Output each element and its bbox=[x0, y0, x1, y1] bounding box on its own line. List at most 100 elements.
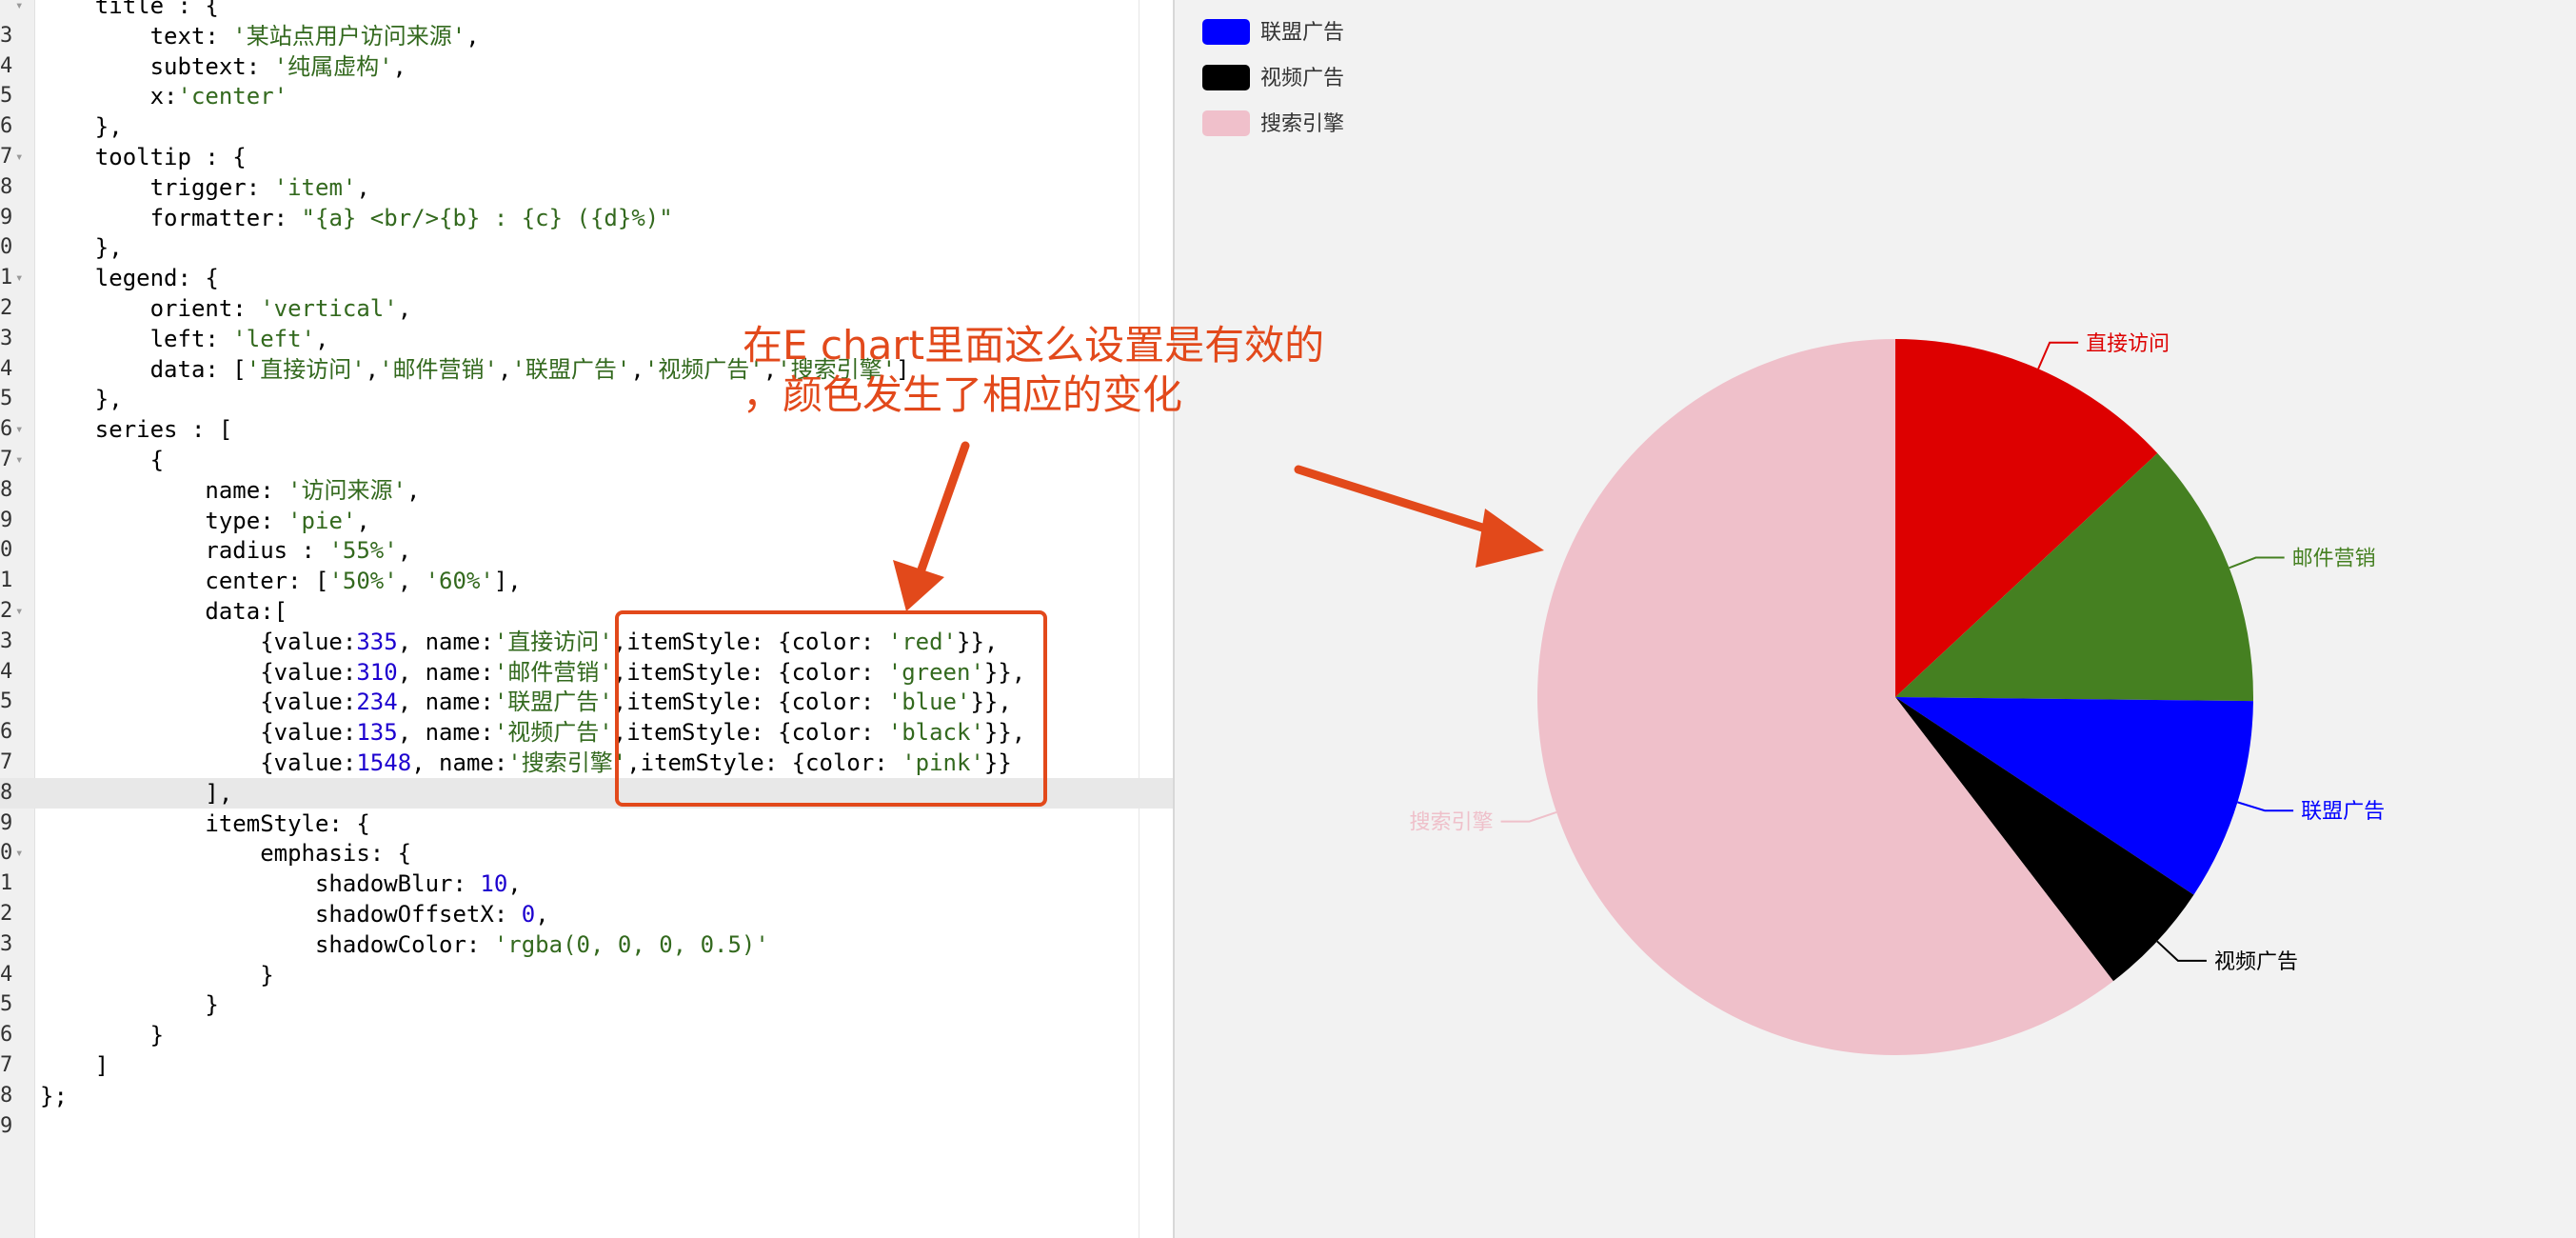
code-line[interactable]: 7 ▾ { bbox=[0, 445, 1173, 475]
slice-label: 搜索引擎 bbox=[1410, 811, 1494, 835]
code-token: , name: bbox=[397, 628, 494, 655]
legend-label[interactable]: 视频广告 bbox=[1260, 67, 1344, 90]
label-leader-line bbox=[2037, 341, 2079, 369]
label-leader-line bbox=[1500, 810, 1557, 823]
line-number: 8 bbox=[0, 780, 13, 805]
code-token: orient: bbox=[40, 295, 261, 322]
legend-label[interactable]: 搜索引擎 bbox=[1260, 112, 1344, 136]
code-token: radius : bbox=[40, 537, 329, 565]
code-token: "{a} <br/>{b} : {c} ({d}%)" bbox=[301, 204, 673, 231]
code-editor[interactable]: ▾ title : {3 text: '某站点用户访问来源', 4 subtext… bbox=[0, 0, 1173, 1238]
code-text: tooltip : { bbox=[40, 142, 247, 172]
fold-toggle-icon[interactable]: ▾ bbox=[15, 263, 23, 293]
highlight-box bbox=[615, 610, 1047, 807]
code-token: }; bbox=[40, 1082, 68, 1109]
code-token: , bbox=[507, 870, 522, 898]
legend-label[interactable]: 联盟广告 bbox=[1260, 21, 1344, 45]
code-line[interactable]: 3 shadowColor: 'rgba(0, 0, 0, 0.5)' bbox=[0, 929, 1173, 960]
code-token: {value: bbox=[40, 658, 357, 686]
code-token: 'center' bbox=[177, 83, 288, 110]
fold-toggle-icon[interactable]: ▾ bbox=[15, 414, 23, 445]
code-line[interactable]: 1 shadowBlur: 10, bbox=[0, 869, 1173, 899]
code-token: , bbox=[397, 537, 412, 565]
code-line[interactable]: 7 ▾ tooltip : { bbox=[0, 142, 1173, 172]
code-line[interactable]: 9 type: 'pie', bbox=[0, 506, 1173, 536]
code-token: 'pie' bbox=[287, 507, 357, 534]
code-token: '邮件营销' bbox=[493, 658, 613, 686]
code-line[interactable]: 9 itemStyle: { bbox=[0, 809, 1173, 839]
code-line[interactable]: 1 center: ['50%', '60%'], bbox=[0, 566, 1173, 596]
code-line[interactable]: 6 } bbox=[0, 1020, 1173, 1050]
code-token: legend: { bbox=[40, 265, 219, 292]
code-line[interactable]: 3 text: '某站点用户访问来源', bbox=[0, 21, 1173, 51]
line-number: 0 bbox=[0, 841, 13, 866]
code-line[interactable]: 1 ▾ legend: { bbox=[0, 263, 1173, 293]
code-line[interactable]: 2 orient: 'vertical', bbox=[0, 293, 1173, 324]
fold-toggle-icon[interactable]: ▾ bbox=[15, 0, 23, 21]
code-line[interactable]: 2 shadowOffsetX: 0, bbox=[0, 899, 1173, 929]
code-line[interactable]: 8 name: '访问来源', bbox=[0, 475, 1173, 506]
line-number: 8 bbox=[0, 1083, 13, 1108]
code-token: 310 bbox=[356, 658, 398, 686]
line-number: 9 bbox=[0, 810, 13, 835]
code-token: tooltip : { bbox=[40, 144, 247, 170]
code-token: '联盟广告' bbox=[493, 689, 613, 716]
code-token: {value: bbox=[40, 749, 357, 776]
legend-swatch[interactable] bbox=[1202, 19, 1250, 45]
line-number: 5 bbox=[0, 689, 13, 714]
fold-toggle-icon[interactable]: ▾ bbox=[15, 445, 23, 475]
code-token: , bbox=[466, 22, 480, 50]
chart-preview: 联盟广告 视频广告 搜索引擎 直接访问 邮件营销 联盟广告 视频广告 搜索引擎 bbox=[1173, 0, 2576, 1238]
code-token: } bbox=[40, 961, 274, 988]
fold-toggle-icon[interactable]: ▾ bbox=[15, 596, 23, 627]
code-token: , bbox=[392, 52, 406, 80]
code-token: '联盟广告' bbox=[511, 355, 631, 383]
code-token: formatter: bbox=[40, 204, 302, 231]
code-line[interactable]: 0 ▾ emphasis: { bbox=[0, 838, 1173, 869]
code-token: , bbox=[535, 901, 549, 928]
code-token: '直接访问' bbox=[246, 355, 366, 383]
line-number: 3 bbox=[0, 326, 13, 350]
code-line[interactable]: 4 subtext: '纯属虚构', bbox=[0, 51, 1173, 82]
line-number: 4 bbox=[0, 356, 13, 381]
code-line[interactable]: 7 ] bbox=[0, 1050, 1173, 1081]
line-number: 1 bbox=[0, 871, 13, 896]
code-text: legend: { bbox=[40, 263, 219, 293]
code-line[interactable]: 9 formatter: "{a} <br/>{b} : {c} ({d}%)" bbox=[0, 203, 1173, 233]
pie-slices bbox=[1537, 339, 2253, 1056]
label-leader-line bbox=[2229, 556, 2285, 569]
line-number: 8 bbox=[0, 174, 13, 199]
code-line[interactable]: 4 } bbox=[0, 960, 1173, 990]
code-line[interactable]: 0 radius : '55%', bbox=[0, 535, 1173, 566]
line-number: 4 bbox=[0, 53, 13, 78]
line-number: 4 bbox=[0, 659, 13, 684]
code-token: 'rgba(0, 0, 0, 0.5)' bbox=[493, 930, 769, 958]
line-number: 2 bbox=[0, 296, 13, 320]
code-text: series : [ bbox=[40, 414, 233, 445]
code-token: trigger: bbox=[40, 173, 274, 201]
code-token: '搜索引擎' bbox=[507, 749, 627, 776]
code-line[interactable]: 8 trigger: 'item', bbox=[0, 172, 1173, 203]
code-token: , bbox=[397, 295, 412, 322]
code-text: x:'center' bbox=[40, 81, 288, 111]
legend-swatch[interactable] bbox=[1202, 65, 1250, 90]
code-token: ] bbox=[40, 1052, 109, 1079]
code-line[interactable]: 5 x:'center' bbox=[0, 81, 1173, 111]
fold-toggle-icon[interactable]: ▾ bbox=[15, 142, 23, 172]
code-line[interactable]: 0 }, bbox=[0, 232, 1173, 263]
code-token: '视频广告' bbox=[493, 719, 613, 747]
code-line[interactable]: 9 bbox=[0, 1111, 1173, 1142]
code-token: , bbox=[630, 355, 644, 383]
code-token: , name: bbox=[397, 658, 494, 686]
code-line[interactable]: ▾ title : { bbox=[0, 0, 1173, 21]
code-token: data: [ bbox=[40, 355, 247, 383]
fold-toggle-icon[interactable]: ▾ bbox=[15, 838, 23, 869]
legend-swatch[interactable] bbox=[1202, 110, 1250, 136]
code-line[interactable]: 5 } bbox=[0, 989, 1173, 1020]
code-line[interactable]: 8}; bbox=[0, 1081, 1173, 1111]
annotation-line-1: 在E chart里面这么设置是有效的 bbox=[743, 322, 1325, 369]
code-text: radius : '55%', bbox=[40, 535, 411, 566]
code-token: , bbox=[365, 355, 380, 383]
code-token: left: bbox=[40, 325, 233, 352]
code-line[interactable]: 6 }, bbox=[0, 111, 1173, 142]
